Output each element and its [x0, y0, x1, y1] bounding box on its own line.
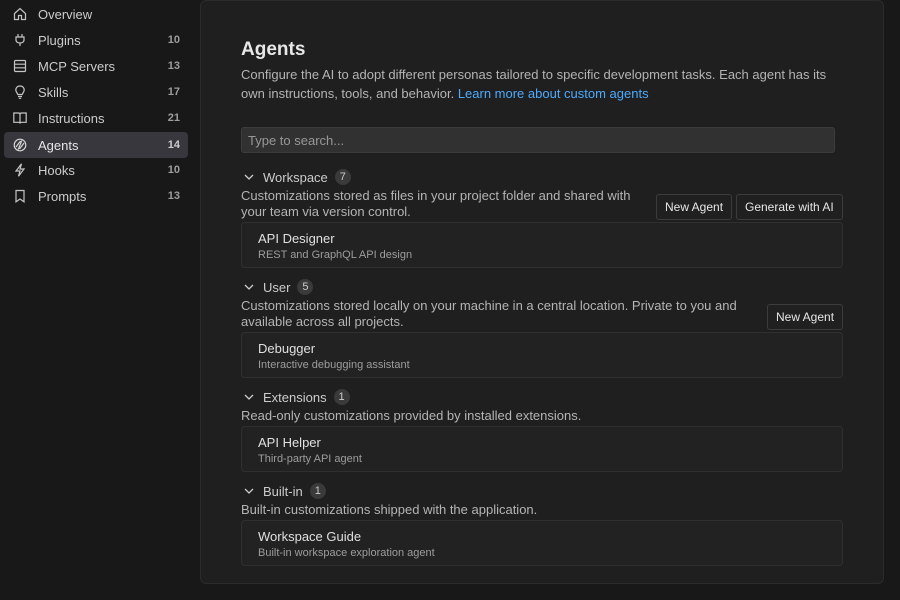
sidebar-item-count: 13: [167, 190, 180, 202]
sidebar-item-count: 10: [167, 164, 180, 176]
new-agent-button[interactable]: New Agent: [656, 194, 733, 220]
section-count-badge: 5: [297, 279, 314, 295]
book-icon: [12, 110, 28, 126]
section-title: User: [263, 279, 291, 295]
sidebar-item-mcp-servers[interactable]: MCP Servers 13: [4, 53, 188, 79]
section-count-badge: 1: [309, 483, 326, 499]
learn-more-link[interactable]: Learn more about custom agents: [458, 86, 649, 101]
section-title: Built-in: [263, 483, 303, 499]
lightning-icon: [12, 162, 28, 178]
agent-name: Debugger: [258, 341, 316, 356]
section-header-workspace[interactable]: Workspace 7: [241, 168, 351, 186]
section-title: Extensions: [263, 389, 327, 405]
search-input[interactable]: [241, 127, 835, 153]
generate-with-ai-button[interactable]: Generate with AI: [736, 194, 843, 220]
agent-description: REST and GraphQL API design: [258, 249, 413, 261]
page-title: Agents: [241, 39, 306, 60]
sidebar-item-agents[interactable]: Agents 14: [4, 132, 188, 158]
sidebar-item-label: Plugins: [38, 33, 81, 48]
agent-icon: [12, 137, 28, 153]
section-description: Built-in customizations shipped with the…: [241, 502, 538, 517]
chevron-down-icon: [241, 169, 257, 185]
chevron-down-icon: [241, 483, 257, 499]
section-count-badge: 1: [333, 389, 350, 405]
sidebar-item-count: 17: [167, 86, 180, 98]
home-icon: [12, 6, 28, 22]
section-header-extensions[interactable]: Extensions 1: [241, 388, 350, 406]
sidebar-item-overview[interactable]: Overview: [4, 1, 188, 27]
sidebar-item-label: MCP Servers: [38, 59, 116, 74]
bookmark-icon: [12, 188, 28, 204]
lightbulb-icon: [12, 84, 28, 100]
sidebar-item-count: 14: [167, 139, 180, 151]
plug-icon: [12, 32, 28, 48]
sidebar-item-count: 21: [167, 112, 180, 124]
sidebar-item-skills[interactable]: Skills 17: [4, 79, 188, 105]
server-icon: [12, 58, 28, 74]
agent-card[interactable]: Debugger Interactive debugging assistant: [241, 332, 843, 378]
section-title: Workspace: [263, 169, 328, 185]
agent-card[interactable]: API Helper Third-party API agent: [241, 426, 843, 472]
sidebar-item-label: Instructions: [38, 111, 105, 126]
section-header-builtin[interactable]: Built-in 1: [241, 482, 326, 500]
sidebar-item-label: Hooks: [38, 163, 75, 178]
section-description: Customizations stored as files in your p…: [241, 188, 631, 219]
sidebar-item-label: Agents: [38, 138, 79, 153]
sidebar: Overview Plugins 10 MCP Servers 13 Skill…: [0, 0, 192, 600]
section-header-user[interactable]: User 5: [241, 278, 314, 296]
agent-name: API Designer: [258, 231, 335, 246]
sidebar-item-hooks[interactable]: Hooks 10: [4, 157, 188, 183]
section-description: Customizations stored locally on your ma…: [241, 298, 737, 329]
sidebar-item-label: Prompts: [38, 189, 87, 204]
page-description: Configure the AI to adopt different pers…: [241, 65, 841, 103]
sidebar-item-plugins[interactable]: Plugins 10: [4, 27, 188, 53]
section-description: Read-only customizations provided by ins…: [241, 408, 582, 423]
agent-name: Workspace Guide: [258, 529, 362, 544]
sidebar-item-prompts[interactable]: Prompts 13: [4, 183, 188, 209]
agent-card[interactable]: API Designer REST and GraphQL API design: [241, 222, 843, 268]
agents-panel: Agents Configure the AI to adopt differe…: [200, 0, 884, 584]
agent-description: Third-party API agent: [258, 453, 362, 465]
agent-name: API Helper: [258, 435, 321, 450]
section-count-badge: 7: [334, 169, 351, 185]
agent-card[interactable]: Workspace Guide Built-in workspace explo…: [241, 520, 843, 566]
chevron-down-icon: [241, 389, 257, 405]
sidebar-item-count: 10: [167, 34, 180, 46]
agent-description: Built-in workspace exploration agent: [258, 547, 435, 559]
sidebar-item-instructions[interactable]: Instructions 21: [4, 105, 188, 131]
new-agent-button[interactable]: New Agent: [767, 304, 844, 330]
sidebar-item-label: Overview: [38, 7, 93, 22]
sidebar-item-label: Skills: [38, 85, 69, 100]
sidebar-item-count: 13: [167, 60, 180, 72]
chevron-down-icon: [241, 279, 257, 295]
agent-description: Interactive debugging assistant: [258, 359, 410, 371]
